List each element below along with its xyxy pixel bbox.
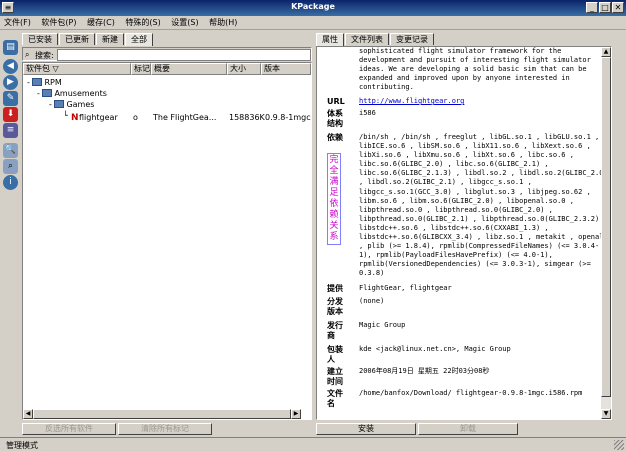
right-tab-bar: 属性 文件列表 变更记录 <box>316 33 435 46</box>
forward-icon[interactable]: ▶ <box>3 75 18 90</box>
window-title: KPackage <box>291 2 335 11</box>
description-text: sophisticated flight simulator framework… <box>359 47 591 92</box>
detail-label: 发行商 <box>327 321 343 340</box>
tree-label: Games <box>66 100 95 109</box>
uninstall-icon[interactable]: ≡ <box>3 123 18 138</box>
search-input[interactable] <box>57 49 311 61</box>
scroll-thumb[interactable] <box>33 409 291 419</box>
tree-connector: └ <box>63 111 68 120</box>
tab-file-list[interactable]: 文件列表 <box>345 33 389 45</box>
menu-cache[interactable]: 缓存(C) <box>83 16 119 29</box>
detail-value: 2006年08月19日 星期五 22时03分08秒 <box>359 367 490 375</box>
detail-label: URL <box>327 97 345 106</box>
column-header-size[interactable]: 大小 <box>227 63 261 75</box>
find-file-icon[interactable]: ⌕ <box>3 159 18 174</box>
column-header-package[interactable]: 软件包 ▽ <box>23 63 131 75</box>
left-tab-bar: 已安装 已更新 新建 全部 <box>22 33 154 46</box>
package-version: 0.9.8-1mgc <box>265 113 311 122</box>
maximize-button[interactable]: □ <box>599 2 611 13</box>
uninstall-button[interactable]: 卸载 <box>418 423 518 435</box>
detail-value: Magic Group <box>359 321 406 329</box>
menu-settings[interactable]: 设置(S) <box>167 16 202 29</box>
find-icon[interactable]: 🔍 <box>3 143 18 158</box>
menu-bar: 文件(F) 软件包(P) 缓存(C) 特殊的(S) 设置(S) 帮助(H) <box>0 16 626 30</box>
back-icon[interactable]: ◀ <box>3 59 18 74</box>
search-label: 搜索: <box>35 51 54 60</box>
column-header-mark[interactable]: 标记 <box>131 63 151 75</box>
search-icon: ⌕ <box>25 50 30 59</box>
tree-label: RPM <box>44 78 62 87</box>
tree-row[interactable]: - Amusements <box>37 89 107 99</box>
detail-label: 依赖 <box>327 133 343 142</box>
tree-row[interactable]: - Games <box>49 100 94 110</box>
status-text: 管理模式 <box>6 441 38 450</box>
details-panel: sophisticated flight simulator framework… <box>316 46 612 420</box>
close-button[interactable]: ✕ <box>612 2 624 13</box>
detail-value: FlightGear, flightgear <box>359 284 452 292</box>
tab-updated[interactable]: 已更新 <box>59 33 95 45</box>
package-icon: N <box>71 113 79 123</box>
expander-icon[interactable]: - <box>49 100 52 109</box>
column-header-version[interactable]: 版本 <box>261 63 311 75</box>
detail-label: 提供 <box>327 284 343 293</box>
package-summary: The FlightGea... <box>153 113 217 122</box>
detail-value: /home/banfox/Download/ flightgear-0.9.8-… <box>359 389 583 397</box>
tab-properties[interactable]: 属性 <box>316 33 344 46</box>
package-mark[interactable]: o <box>133 113 138 123</box>
detail-value: kde <jack@linux.net.cn>, Magic Group <box>359 345 511 353</box>
status-bar: 管理模式 <box>0 437 626 451</box>
url-link[interactable]: http://www.flightgear.org <box>359 97 609 106</box>
minimize-button[interactable]: _ <box>586 2 598 13</box>
window-menu-icon[interactable]: ≡ <box>2 2 14 13</box>
detail-value: i586 <box>359 109 376 117</box>
expander-icon[interactable]: - <box>27 78 30 87</box>
install-icon[interactable]: ⬇ <box>3 107 18 122</box>
mark-all-button[interactable]: 反选所有软件 <box>22 423 116 435</box>
horizontal-scrollbar[interactable]: ◀ ▶ <box>23 409 301 419</box>
package-size: 158836K <box>229 113 265 122</box>
detail-label: 建立时间 <box>327 367 343 386</box>
menu-package[interactable]: 软件包(P) <box>37 16 80 29</box>
folder-icon <box>54 100 65 108</box>
detail-label: 分发版本 <box>327 297 343 316</box>
detail-label: 文件名 <box>327 389 343 408</box>
tree-label: Amusements <box>54 89 107 98</box>
detail-label: 包装人 <box>327 345 343 364</box>
scroll-thumb[interactable] <box>601 57 611 397</box>
detail-value: (none) <box>359 297 385 305</box>
scroll-left-icon[interactable]: ◀ <box>23 409 33 419</box>
tab-installed[interactable]: 已安装 <box>22 33 58 45</box>
tree-row[interactable]: - RPM <box>27 78 62 88</box>
package-list[interactable]: 软件包 ▽ 标记 概要 大小 版本 - RPM - Amusements - G… <box>22 62 312 420</box>
title-bar[interactable]: KPackage ≡ _ □ ✕ <box>0 0 626 16</box>
tab-all[interactable]: 全部 <box>125 33 153 46</box>
install-button[interactable]: 安装 <box>316 423 416 435</box>
column-header-summary[interactable]: 概要 <box>151 63 227 75</box>
vertical-scrollbar[interactable]: ▲ ▼ <box>601 47 611 419</box>
tab-changelog[interactable]: 变更记录 <box>390 33 434 45</box>
folder-icon <box>42 89 53 97</box>
folder-icon <box>32 78 43 86</box>
scroll-down-icon[interactable]: ▼ <box>601 409 611 419</box>
package-name: flightgear <box>79 113 118 122</box>
menu-help[interactable]: 帮助(H) <box>205 16 241 29</box>
menu-special[interactable]: 特殊的(S) <box>121 16 164 29</box>
menu-file[interactable]: 文件(F) <box>0 16 35 29</box>
scroll-right-icon[interactable]: ▶ <box>291 409 301 419</box>
open-icon[interactable]: ▤ <box>3 40 18 55</box>
package-row[interactable]: N flightgear o The FlightGea... 158836K … <box>71 113 311 124</box>
resize-grip-icon[interactable] <box>614 440 624 450</box>
search-bar: ⌕ 搜索: <box>22 47 312 61</box>
detail-label: 体系结构 <box>327 109 343 128</box>
detail-value: /bin/sh , /bin/sh , freeglut , libGL.so.… <box>359 133 608 278</box>
unmark-all-button[interactable]: 清除所有标记 <box>118 423 212 435</box>
sort-icon: ▽ <box>52 64 59 73</box>
expander-icon[interactable]: - <box>37 89 40 98</box>
left-toolbar: ▤ ◀ ▶ ✎ ⬇ ≡ 🔍 ⌕ i <box>0 32 20 432</box>
scroll-up-icon[interactable]: ▲ <box>601 47 611 57</box>
info-icon[interactable]: i <box>3 175 18 190</box>
edit-icon[interactable]: ✎ <box>3 91 18 106</box>
dependency-status-annotation: 完全满足依赖关系 <box>327 153 341 245</box>
tab-new[interactable]: 新建 <box>96 33 124 45</box>
